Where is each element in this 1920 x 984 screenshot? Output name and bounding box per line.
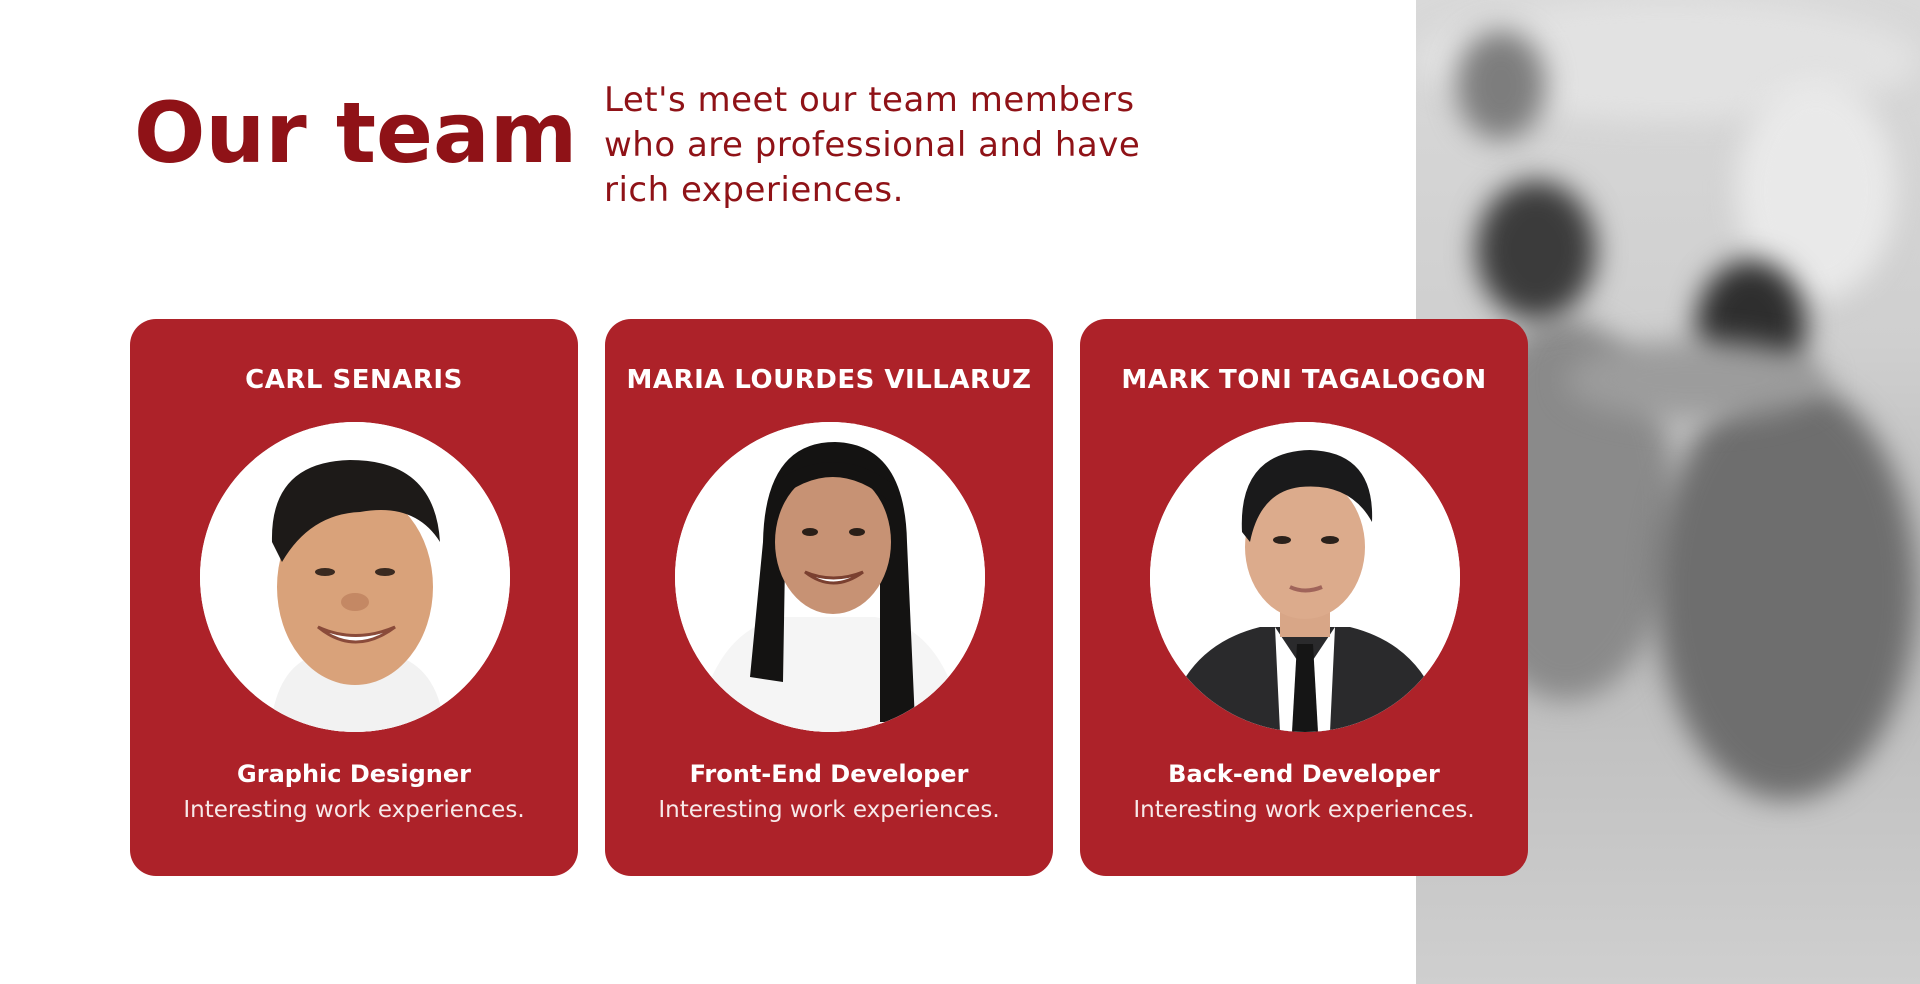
photo-desk-shape [1566,340,1826,420]
member-name: CARL SENARIS [245,365,463,395]
page-title: Our team [134,84,578,182]
member-avatar [675,422,985,732]
photo-person-right-body [1656,380,1916,800]
member-role: Front-End Developer [689,760,969,788]
member-description: Interesting work experiences. [183,797,525,823]
page-subtitle: Let's meet our team members who are prof… [604,80,1141,210]
member-description: Interesting work experiences. [1133,797,1475,823]
member-role: Graphic Designer [237,760,471,788]
member-role: Back-end Developer [1168,760,1440,788]
member-avatar [1150,422,1460,732]
member-name: MARIA LOURDES VILLARUZ [626,365,1032,395]
member-name: MARK TONI TAGALOGON [1121,365,1487,395]
team-member-card: MARIA LOURDES VILLARUZ Front-End Develop… [605,319,1053,876]
team-member-card: CARL SENARIS Graphic Designer Interestin… [130,319,578,876]
photo-lamp-shape [1456,30,1546,140]
member-description: Interesting work experiences. [658,797,1000,823]
portrait-photo [675,422,985,732]
portrait-photo [1150,422,1460,732]
team-member-card: MARK TONI TAGALOGON Back-end Developer I… [1080,319,1528,876]
photo-person-left-head [1476,180,1596,320]
member-avatar [200,422,510,732]
portrait-photo [200,422,510,732]
